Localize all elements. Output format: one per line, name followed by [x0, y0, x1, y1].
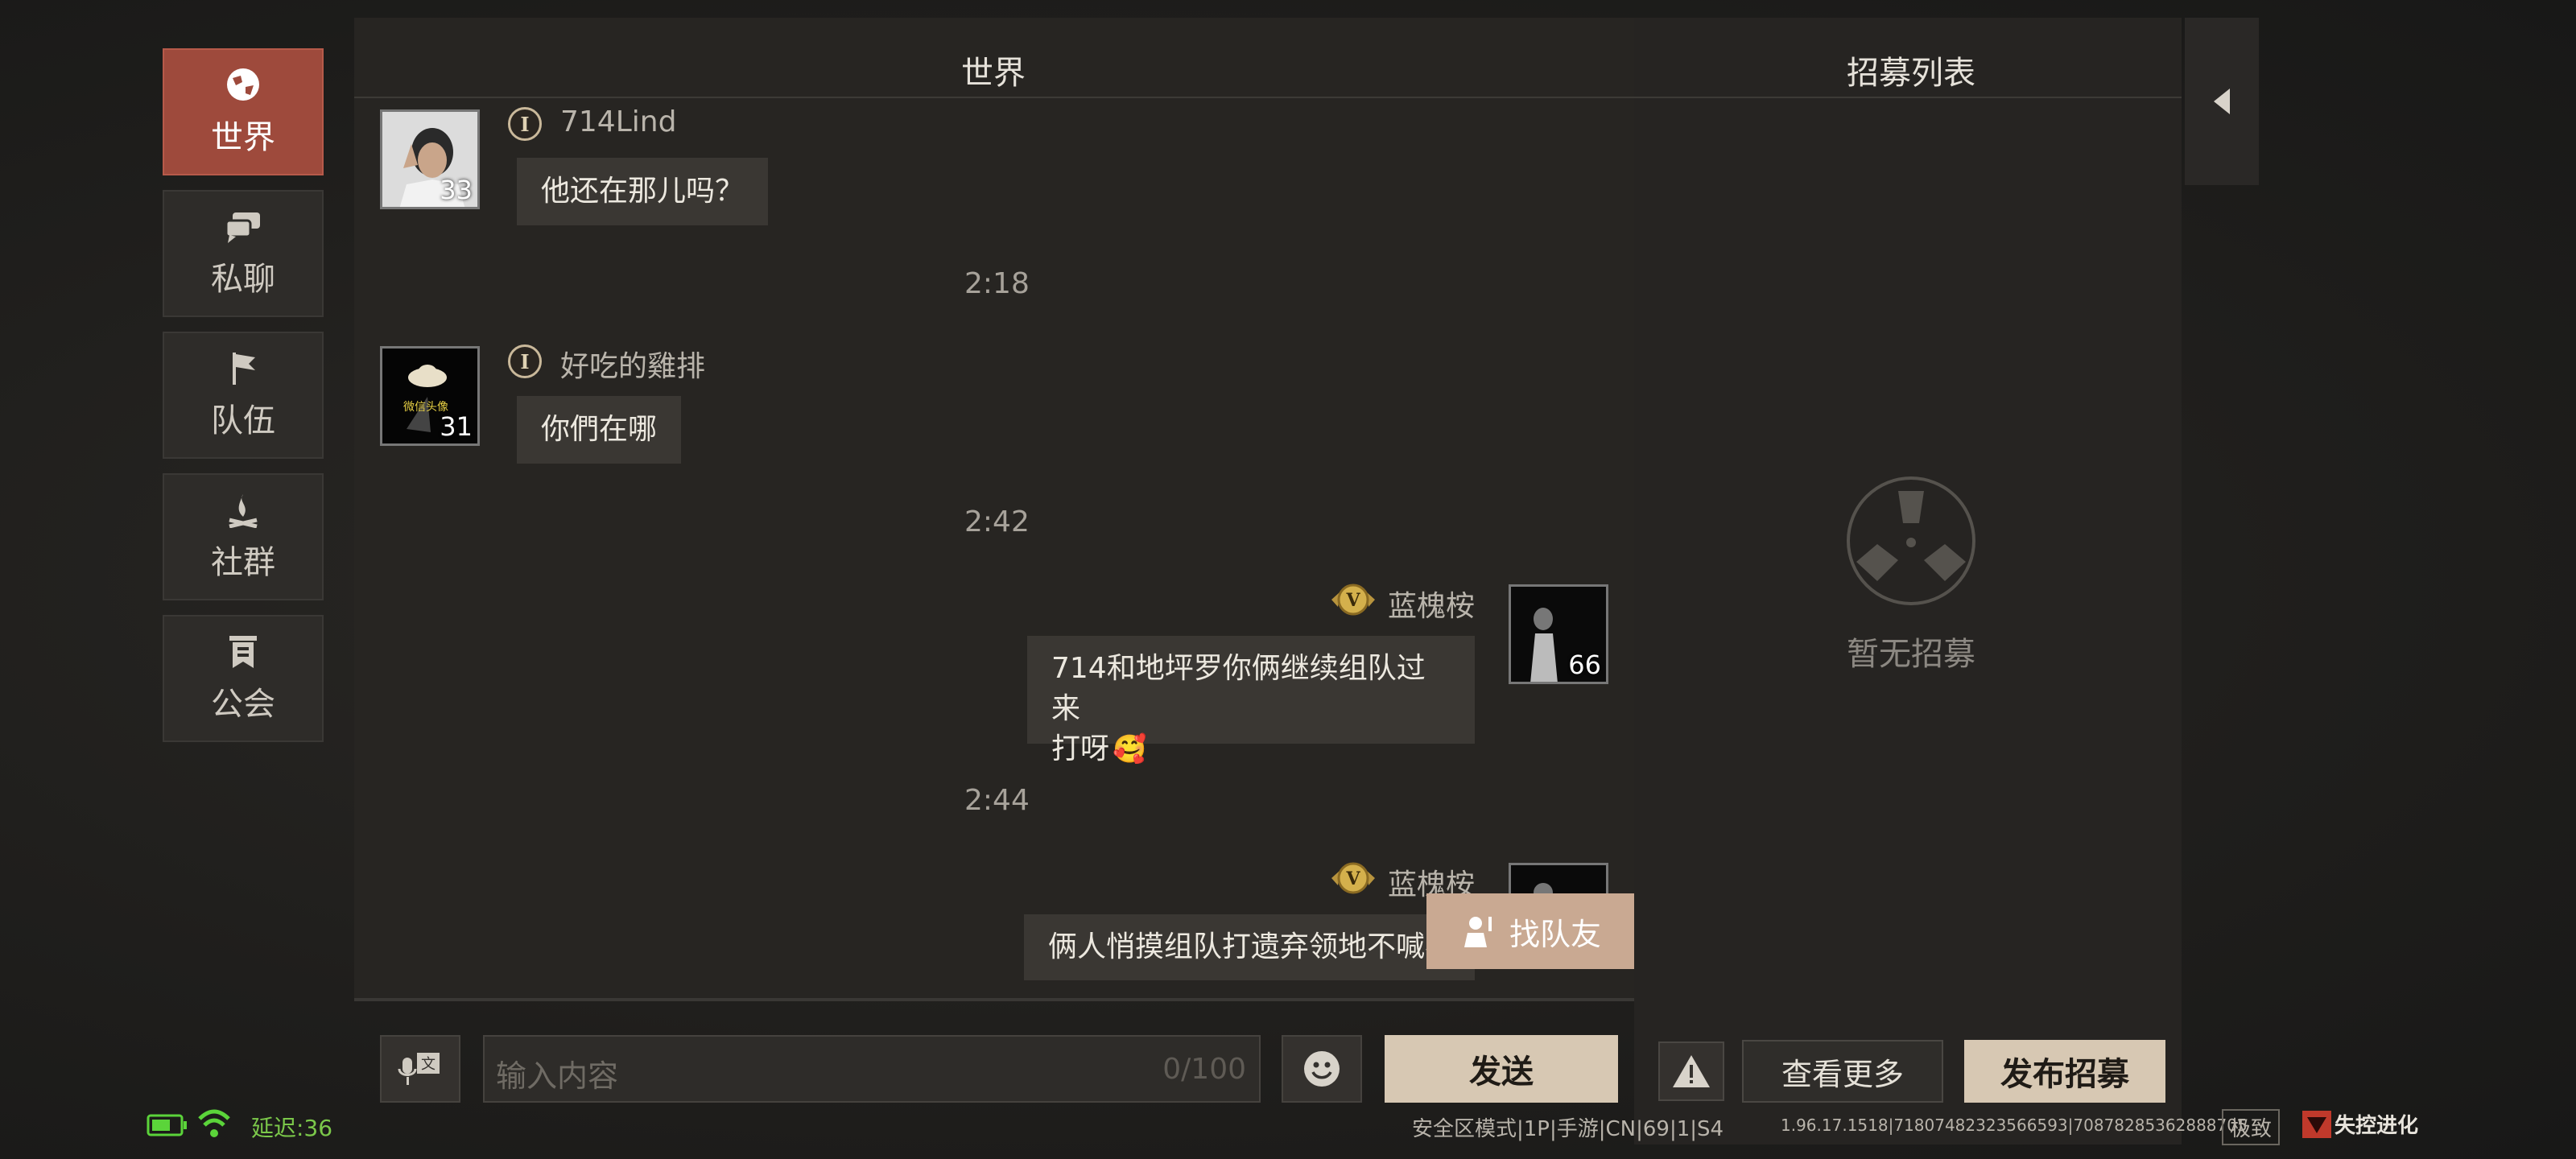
find-teammate-label: 找队友 [1509, 916, 1601, 952]
message-bubble[interactable]: 俩人悄摸组队打遗弃领地不喊我 [1024, 914, 1475, 980]
battery-icon [147, 1114, 187, 1136]
nav-label: 社群 [211, 544, 275, 581]
chat-input[interactable]: 输入内容 0/100 [483, 1035, 1261, 1103]
username[interactable]: 714Lind [560, 105, 676, 138]
message-text-line: 714和地坪罗你俩继续组队过来 [1051, 652, 1426, 725]
send-button[interactable]: 发送 [1385, 1035, 1618, 1103]
input-divider [354, 998, 1634, 1001]
emoji: 🥰 [1113, 733, 1147, 765]
quality-badge: 极致 [2222, 1109, 2281, 1145]
timestamp: 2:42 [964, 505, 1030, 538]
collapse-panel-button[interactable] [2185, 18, 2259, 185]
nav-item-guild[interactable]: 公会 [163, 615, 324, 742]
avatar[interactable]: 微信头像 31 [380, 346, 480, 446]
warning-icon [1673, 1055, 1710, 1087]
char-counter: 0/100 [1162, 1053, 1246, 1086]
message-text-line: 打呀 [1051, 732, 1110, 765]
timestamp: 2:44 [964, 784, 1030, 817]
logo-text: 失控进化 [2334, 1114, 2419, 1138]
recruit-title-divider [1634, 97, 2182, 98]
chat-bubbles-icon [225, 212, 260, 243]
triangle-left-icon [2214, 89, 2230, 114]
svg-text:V: V [1345, 868, 1360, 889]
nav-item-community[interactable]: 社群 [163, 473, 324, 600]
emoji-button[interactable] [1282, 1035, 1362, 1103]
message-bubble[interactable]: 他还在那儿吗？ [517, 158, 768, 225]
smiley-icon [1304, 1051, 1340, 1087]
svg-text:V: V [1345, 590, 1360, 611]
person-wave-icon [1463, 917, 1492, 947]
message-bubble[interactable]: 你們在哪 [517, 396, 681, 464]
flag-icon [233, 353, 255, 385]
game-mode-text: 安全区模式|1P|手游|CN|69|1|S4 [1412, 1117, 1724, 1141]
publish-recruit-button[interactable]: 发布招募 [1964, 1040, 2165, 1103]
nav-item-team[interactable]: 队伍 [163, 332, 324, 459]
rank-badge-icon: I [508, 107, 542, 141]
wifi-icon [198, 1109, 230, 1137]
level-number: 33 [440, 175, 473, 205]
logo-mark-icon [2302, 1110, 2331, 1138]
latency-text: 延迟:36 [251, 1115, 333, 1141]
level-number: 31 [440, 411, 473, 442]
nav-label: 世界 [211, 119, 275, 156]
message-bubble[interactable]: 714和地坪罗你俩继续组队过来 打呀 🥰 [1027, 636, 1475, 765]
empty-recruit-text: 暂无招募 [1847, 636, 1975, 673]
nav-item-private-chat[interactable]: 私聊 [163, 190, 324, 317]
vip-badge-icon: V [1331, 584, 1375, 616]
mic-translate-icon: 文 [398, 1053, 440, 1085]
game-logo: 失控进化 [2302, 1109, 2418, 1139]
nav-label: 私聊 [211, 261, 275, 298]
globe-icon [227, 68, 259, 101]
chat-input-placeholder: 输入内容 [496, 1058, 619, 1094]
report-button[interactable] [1658, 1041, 1724, 1101]
rank-badge-icon: I [508, 344, 542, 378]
svg-text:文: 文 [421, 1056, 436, 1073]
nav-label: 公会 [211, 686, 275, 723]
vip-badge-icon: V [1331, 862, 1375, 894]
build-info-text: 1.96.17.1518|71807482323566593|708782853… [1781, 1116, 2248, 1135]
chat-title-divider [354, 97, 1634, 98]
voice-to-text-button[interactable]: 文 [380, 1035, 460, 1103]
username[interactable]: 好吃的雞排 [560, 343, 705, 385]
recruit-title: 招募列表 [1847, 55, 1975, 92]
timestamp: 2:18 [964, 267, 1030, 300]
nav-label: 队伍 [211, 402, 275, 439]
banner-icon [229, 636, 257, 668]
empty-recruit-icon [1847, 476, 1975, 605]
find-teammate-button[interactable]: 找队友 [1426, 893, 1636, 969]
view-more-button[interactable]: 查看更多 [1742, 1040, 1943, 1103]
avatar[interactable]: 33 [380, 109, 480, 209]
avatar[interactable]: 66 [1509, 584, 1608, 684]
chat-title: 世界 [961, 55, 1026, 92]
nav-item-world[interactable]: 世界 [163, 48, 324, 175]
username[interactable]: 蓝槐桉 [1388, 583, 1475, 625]
campfire-icon [229, 494, 258, 528]
level-number: 66 [1568, 650, 1601, 680]
